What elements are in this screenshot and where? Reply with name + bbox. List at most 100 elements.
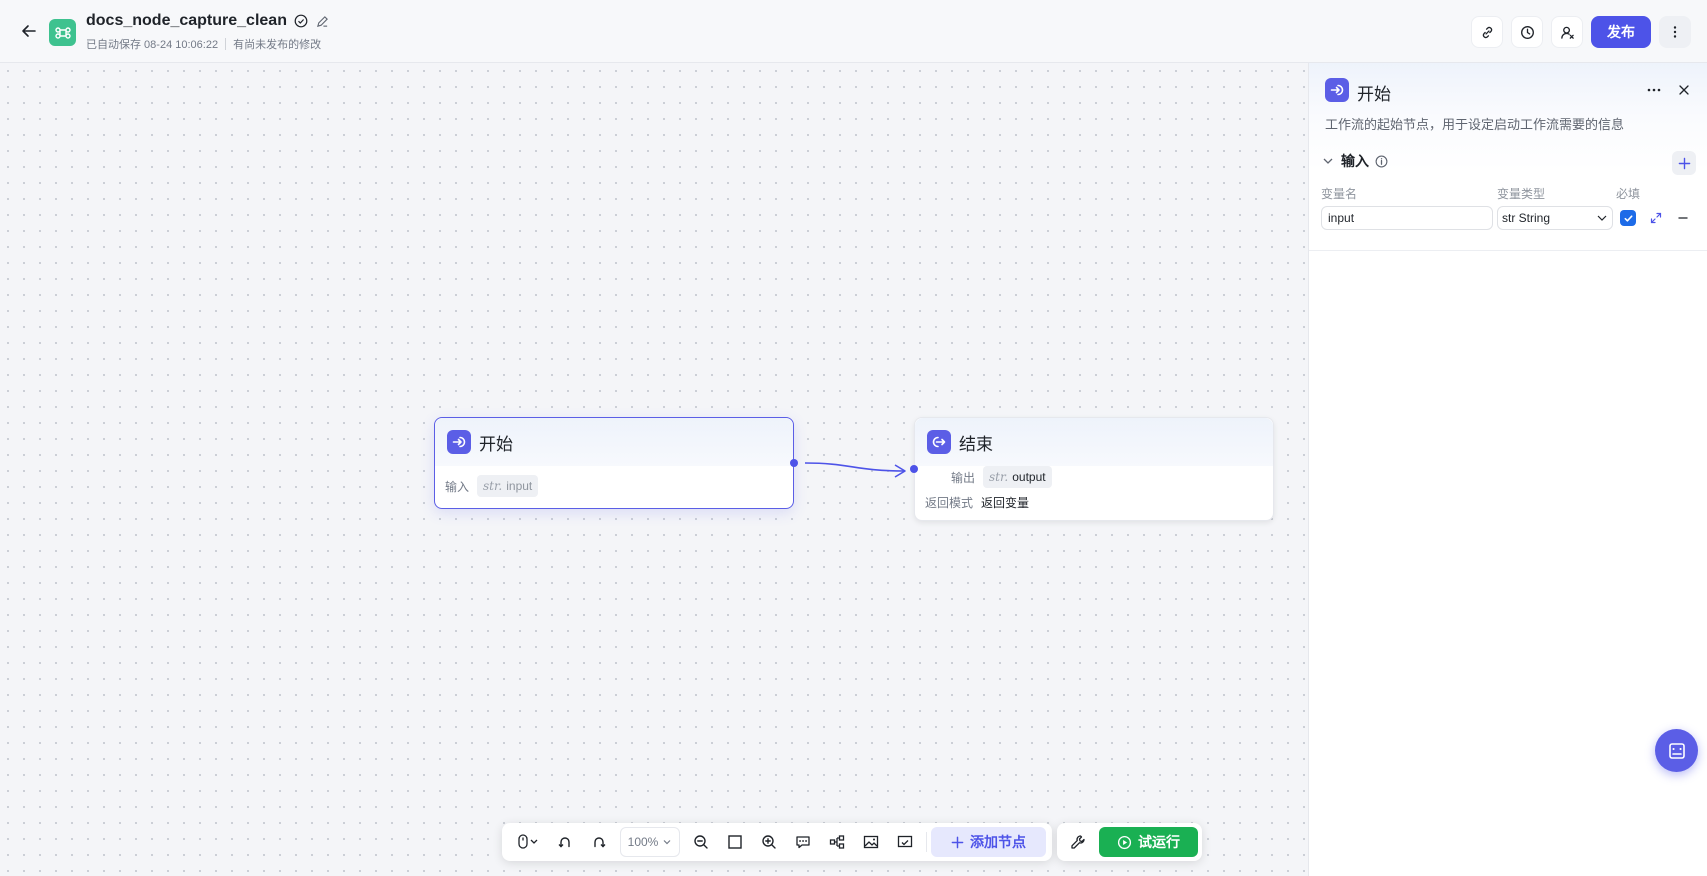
- start-input-label: 输入: [445, 479, 470, 494]
- pencil-icon: [317, 15, 329, 27]
- node-config-panel: 开始 工作流的起始节点，用于设定启动工作流需要的信息 输入 变量名 变量类型 必…: [1308, 63, 1707, 876]
- publish-button[interactable]: 发布: [1591, 16, 1651, 48]
- col-header-var-type: 变量类型: [1497, 187, 1546, 201]
- col-header-var-name: 变量名: [1321, 187, 1358, 201]
- var-name-label: input: [506, 479, 533, 493]
- expand-icon: [1650, 212, 1662, 224]
- start-node-input-row: 输入 str. input: [435, 466, 793, 497]
- command-icon: [54, 26, 71, 39]
- auto-layout-button[interactable]: [822, 827, 852, 857]
- more-menu-button[interactable]: [1659, 16, 1691, 48]
- variable-name-input[interactable]: [1321, 206, 1493, 230]
- input-section-header[interactable]: 输入: [1321, 151, 1388, 171]
- add-node-button[interactable]: 添加节点: [931, 827, 1046, 857]
- assistant-float-button[interactable]: [1655, 729, 1698, 772]
- debug-tools-button[interactable]: [1063, 827, 1093, 857]
- link-icon: [1482, 26, 1492, 38]
- workflow-canvas[interactable]: 开始 输入 str. input 结束 输出 str. output 返回模式 …: [0, 63, 1307, 876]
- comment-icon: [796, 836, 810, 849]
- panel-close-button[interactable]: [1672, 78, 1696, 102]
- chevron-down-icon: [1597, 215, 1607, 221]
- end-node-title: 结束: [959, 434, 993, 454]
- start-node-output-port[interactable]: [790, 459, 798, 467]
- check-icon: [1624, 214, 1632, 222]
- variable-type-value: str String: [1502, 211, 1551, 225]
- share-link-button[interactable]: [1471, 16, 1503, 48]
- end-node-header: 结束: [915, 418, 1273, 466]
- fit-view-button[interactable]: [720, 827, 750, 857]
- end-node-output-row: 输出 str. output: [915, 466, 1273, 488]
- app-logo: [49, 19, 76, 46]
- image-icon: [863, 835, 879, 849]
- end-node-input-port[interactable]: [910, 465, 918, 473]
- arrow-left-icon: [22, 25, 36, 37]
- zoom-select[interactable]: 100%: [620, 827, 680, 857]
- logout-icon: [932, 436, 946, 448]
- add-comment-button[interactable]: [788, 827, 818, 857]
- undo-icon: [558, 837, 570, 848]
- start-node-icon: [447, 430, 471, 454]
- interaction-mode-button[interactable]: [510, 827, 546, 857]
- zoom-in-button[interactable]: [754, 827, 784, 857]
- zoom-value: 100%: [627, 835, 659, 849]
- zoom-out-button[interactable]: [686, 827, 716, 857]
- start-input-tag: str. input: [477, 475, 539, 497]
- variable-type-select[interactable]: str String: [1497, 206, 1613, 230]
- login-icon: [452, 436, 466, 448]
- zoom-out-icon: [694, 835, 708, 849]
- panel-more-button[interactable]: [1642, 78, 1666, 102]
- title-row: docs_node_capture_clean: [86, 12, 331, 30]
- test-run-label: 试运行: [1138, 834, 1180, 850]
- col-header-required: 必填: [1616, 187, 1641, 201]
- check-circle-icon: [293, 13, 309, 29]
- header-bar: docs_node_capture_clean 已自动保存 08-24 10:0…: [0, 0, 1707, 63]
- save-status: 已自动保存 08-24 10:06:22 有尚未发布的修改: [86, 36, 321, 52]
- plus-icon: [951, 836, 964, 848]
- close-icon: [1679, 85, 1689, 95]
- wrench-icon: [1071, 835, 1085, 849]
- unpublished-text: 有尚未发布的修改: [233, 39, 322, 51]
- play-circle-icon: [1117, 835, 1132, 849]
- var-type-label: str.: [483, 479, 503, 493]
- layout-tree-icon: [829, 835, 845, 849]
- edit-title-button[interactable]: [315, 13, 331, 29]
- end-output-tag: str. output: [983, 466, 1052, 488]
- more-vertical-icon: [1673, 26, 1677, 38]
- var-type-label: str.: [989, 470, 1009, 484]
- add-variable-button[interactable]: [1672, 151, 1696, 175]
- end-output-label: 输出: [951, 470, 976, 485]
- end-node-icon: [927, 430, 951, 454]
- expand-variable-button[interactable]: [1646, 208, 1666, 228]
- minimap-button[interactable]: [856, 827, 886, 857]
- mouse-icon: [518, 834, 538, 849]
- minus-icon: [1678, 217, 1688, 219]
- divider: [225, 38, 227, 50]
- readonly-preview-button[interactable]: [890, 827, 920, 857]
- start-node[interactable]: 开始 输入 str. input: [434, 417, 798, 509]
- return-mode-label: 返回模式: [925, 495, 974, 510]
- panel-node-icon: [1325, 78, 1349, 102]
- end-node[interactable]: 结束 输出 str. output 返回模式 返回变量: [910, 417, 1274, 521]
- remove-variable-button[interactable]: [1673, 208, 1693, 228]
- clock-icon: [1520, 25, 1534, 39]
- start-node-header: 开始: [435, 418, 793, 466]
- panel-description: 工作流的起始节点，用于设定启动工作流需要的信息: [1325, 117, 1625, 132]
- redo-button[interactable]: [584, 827, 614, 857]
- screen-check-icon: [897, 835, 913, 848]
- user-icon: [1560, 26, 1574, 39]
- return-mode-value: 返回变量: [981, 495, 1030, 510]
- start-node-title: 开始: [479, 434, 513, 454]
- chat-bot-icon: [1668, 742, 1685, 759]
- redo-icon: [594, 837, 606, 848]
- end-node-mode-row: 返回模式 返回变量: [915, 488, 1273, 512]
- test-run-button[interactable]: 试运行: [1099, 827, 1198, 857]
- add-node-label: 添加节点: [970, 834, 1026, 850]
- back-button[interactable]: [18, 20, 40, 42]
- required-checkbox[interactable]: [1620, 210, 1636, 226]
- undo-button[interactable]: [550, 827, 580, 857]
- history-button[interactable]: [1511, 16, 1543, 48]
- square-icon: [728, 835, 742, 849]
- plus-icon: [1678, 157, 1690, 169]
- collaborator-button[interactable]: [1551, 16, 1583, 48]
- canvas-toolbar: 100% 添加节点: [502, 823, 1052, 861]
